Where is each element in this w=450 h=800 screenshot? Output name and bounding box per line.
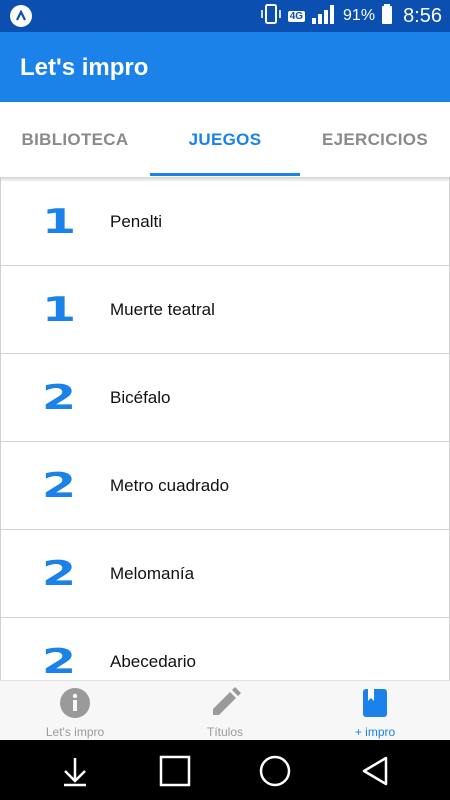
nav-label: Títulos xyxy=(206,725,243,739)
game-name: Metro cuadrado xyxy=(110,476,230,495)
player-count: 1 xyxy=(41,290,77,330)
player-count: 2 xyxy=(41,378,77,418)
active-tab-indicator xyxy=(150,173,300,176)
list-item[interactable]: 1 Muerte teatral xyxy=(0,266,450,354)
list-item[interactable]: 2 Abecedario xyxy=(0,618,450,680)
info-icon xyxy=(60,688,90,718)
home-icon[interactable] xyxy=(258,754,292,788)
tab-juegos[interactable]: JUEGOS xyxy=(150,102,300,178)
battery-icon xyxy=(381,3,393,30)
nav-titulos[interactable]: Títulos xyxy=(150,681,300,741)
app-bar: Let's impro xyxy=(0,32,450,102)
game-name: Muerte teatral xyxy=(110,300,215,319)
back-icon[interactable] xyxy=(358,754,392,788)
system-navigation-bar xyxy=(0,740,450,800)
tab-bar: BIBLIOTECA JUEGOS EJERCICIOS xyxy=(0,102,450,178)
nav-mas-impro[interactable]: + impro xyxy=(300,681,450,741)
status-bar: 4G 91% 8:56 xyxy=(0,0,450,32)
recent-apps-icon[interactable] xyxy=(158,754,192,788)
games-list[interactable]: 1 Penalti 1 Muerte teatral 2 Bicéfalo 2 … xyxy=(0,178,450,680)
nav-label: Let's impro xyxy=(45,725,105,739)
hide-keyboard-icon[interactable] xyxy=(58,754,92,788)
app-notification-icon xyxy=(10,5,32,27)
player-count: 2 xyxy=(41,466,77,506)
list-item[interactable]: 2 Melomanía xyxy=(0,530,450,618)
game-name: Bicéfalo xyxy=(110,388,171,407)
clock: 8:56 xyxy=(403,4,442,27)
game-name: Abecedario xyxy=(110,652,197,671)
bottom-navigation: Let's impro Títulos + impro xyxy=(0,680,450,740)
tab-biblioteca[interactable]: BIBLIOTECA xyxy=(0,102,150,178)
game-name: Penalti xyxy=(110,212,162,231)
signal-icon xyxy=(311,3,337,30)
player-count: 1 xyxy=(41,202,77,242)
battery-percent: 91% xyxy=(343,7,376,24)
player-count: 2 xyxy=(41,642,77,680)
network-type: 4G xyxy=(287,10,306,22)
list-item[interactable]: 2 Bicéfalo xyxy=(0,354,450,442)
nav-lets-impro[interactable]: Let's impro xyxy=(0,681,150,741)
tab-ejercicios[interactable]: EJERCICIOS xyxy=(300,102,450,178)
pencil-icon xyxy=(213,687,241,715)
app-title: Let's impro xyxy=(20,54,149,81)
book-icon xyxy=(363,689,387,717)
list-item[interactable]: 2 Metro cuadrado xyxy=(0,442,450,530)
player-count: 2 xyxy=(41,554,77,594)
vibrate-icon xyxy=(260,3,282,30)
nav-label: + impro xyxy=(354,725,396,739)
list-item[interactable]: 1 Penalti xyxy=(0,178,450,266)
game-name: Melomanía xyxy=(110,564,195,583)
